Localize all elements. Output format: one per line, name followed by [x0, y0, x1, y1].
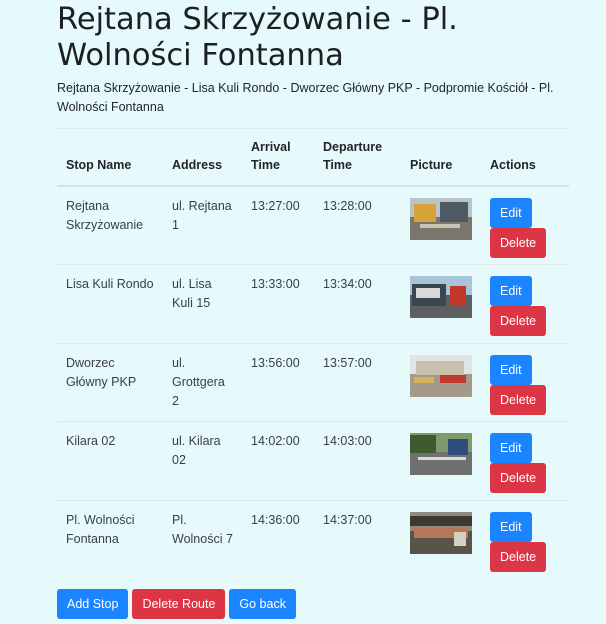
- cell-address: ul. Lisa Kuli 15: [163, 264, 242, 344]
- delete-route-button[interactable]: Delete Route: [132, 589, 226, 619]
- page: Rejtana Skrzyżowanie - Pl. Wolności Font…: [0, 0, 606, 624]
- stops-table: Stop Name Address Arrival Time Departure…: [57, 128, 569, 579]
- table-row: Kilara 02 ul. Kilara 02 14:02:00 14:03:0…: [57, 421, 569, 501]
- table-row: Pl. Wolności Fontanna Pl. Wolności 7 14:…: [57, 499, 569, 579]
- cell-picture: [401, 421, 481, 501]
- table-row: Dworzec Główny PKP ul. Grottgera 2 13:56…: [57, 342, 569, 422]
- stop-photo: [410, 198, 472, 240]
- edit-button[interactable]: Edit: [490, 511, 532, 542]
- header-departure-time: Departure Time: [314, 128, 401, 187]
- cell-stop-name: Rejtana Skrzyżowanie: [57, 185, 163, 265]
- edit-button[interactable]: Edit: [490, 354, 532, 385]
- cell-departure-time: 13:28:00: [314, 185, 401, 265]
- header-picture: Picture: [401, 128, 481, 187]
- edit-button[interactable]: Edit: [490, 276, 532, 307]
- delete-button[interactable]: Delete: [490, 228, 547, 258]
- cell-stop-name: Pl. Wolności Fontanna: [57, 499, 163, 579]
- table-row: Rejtana Skrzyżowanie ul. Rejtana 1 13:27…: [57, 185, 569, 265]
- cell-stop-name: Dworzec Główny PKP: [57, 342, 163, 422]
- cell-address: ul. Grottgera 2: [163, 342, 242, 422]
- delete-button[interactable]: Delete: [490, 541, 547, 572]
- page-title: Rejtana Skrzyżowanie - Pl. Wolności Font…: [57, 2, 458, 73]
- bottom-actions: Add Stop Delete Route Go back: [57, 589, 296, 619]
- cell-picture: [401, 185, 481, 265]
- header-stop-name: Stop Name: [57, 128, 163, 187]
- cell-actions: Edit Delete: [481, 264, 569, 344]
- cell-departure-time: 13:57:00: [314, 342, 401, 422]
- cell-arrival-time: 14:02:00: [242, 421, 314, 501]
- cell-stop-name: Lisa Kuli Rondo: [57, 264, 163, 344]
- cell-actions: Edit Delete: [481, 185, 569, 265]
- cell-address: ul. Kilara 02: [163, 421, 242, 501]
- edit-button[interactable]: Edit: [490, 198, 532, 228]
- delete-button[interactable]: Delete: [490, 384, 547, 415]
- stop-photo: [410, 433, 472, 476]
- cell-picture: [401, 342, 481, 422]
- delete-button[interactable]: Delete: [490, 463, 547, 494]
- header-arrival-time: Arrival Time: [242, 128, 314, 187]
- table-row: Lisa Kuli Rondo ul. Lisa Kuli 15 13:33:0…: [57, 264, 569, 344]
- cell-picture: [401, 499, 481, 579]
- table-header-row: Stop Name Address Arrival Time Departure…: [57, 128, 569, 187]
- cell-arrival-time: 13:27:00: [242, 185, 314, 265]
- cell-actions: Edit Delete: [481, 499, 569, 579]
- stop-photo: [410, 511, 472, 554]
- cell-arrival-time: 14:36:00: [242, 499, 314, 579]
- cell-address: ul. Rejtana 1: [163, 185, 242, 265]
- add-stop-button[interactable]: Add Stop: [57, 589, 129, 619]
- header-actions: Actions: [481, 128, 569, 187]
- edit-button[interactable]: Edit: [490, 433, 532, 464]
- cell-stop-name: Kilara 02: [57, 421, 163, 501]
- go-back-button[interactable]: Go back: [229, 589, 296, 619]
- cell-arrival-time: 13:33:00: [242, 264, 314, 344]
- cell-arrival-time: 13:56:00: [242, 342, 314, 422]
- delete-button[interactable]: Delete: [490, 306, 547, 337]
- header-address: Address: [163, 128, 242, 187]
- cell-address: Pl. Wolności 7: [163, 499, 242, 579]
- cell-actions: Edit Delete: [481, 421, 569, 501]
- stop-photo: [410, 354, 472, 397]
- stop-photo: [410, 276, 472, 319]
- cell-departure-time: 14:03:00: [314, 421, 401, 501]
- route-description: Rejtana Skrzyżowanie - Lisa Kuli Rondo -…: [57, 81, 554, 114]
- cell-actions: Edit Delete: [481, 342, 569, 422]
- cell-departure-time: 14:37:00: [314, 499, 401, 579]
- cell-picture: [401, 264, 481, 344]
- cell-departure-time: 13:34:00: [314, 264, 401, 344]
